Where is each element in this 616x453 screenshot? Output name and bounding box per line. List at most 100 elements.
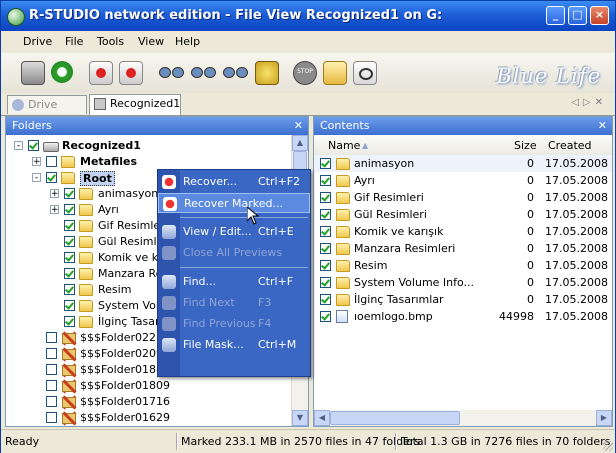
tree-node-label: animasyon bbox=[98, 187, 159, 200]
file-row[interactable]: Resim 0 17.05.2008 15 bbox=[314, 257, 612, 274]
column-name[interactable]: Name bbox=[328, 139, 360, 152]
file-row[interactable]: Gül Resimleri 0 17.05.2008 15 bbox=[314, 206, 612, 223]
find-previous-icon[interactable] bbox=[223, 65, 249, 79]
stop-icon[interactable]: STOP bbox=[293, 61, 317, 85]
scroll-right-button[interactable]: ▶ bbox=[596, 410, 612, 426]
file-row[interactable]: Manzara Resimleri 0 17.05.2008 15 bbox=[314, 240, 612, 257]
tree-checkbox[interactable] bbox=[46, 172, 57, 183]
file-checkbox[interactable] bbox=[320, 175, 331, 186]
file-checkbox[interactable] bbox=[320, 277, 331, 288]
tree-checkbox[interactable] bbox=[64, 220, 75, 231]
recover-icon[interactable] bbox=[89, 61, 113, 85]
expand-icon[interactable]: + bbox=[50, 189, 59, 199]
file-checkbox[interactable] bbox=[320, 209, 331, 220]
menu-item-close-all-previews[interactable]: Close All Previews bbox=[158, 243, 310, 263]
scroll-down-button[interactable]: ▼ bbox=[292, 410, 308, 426]
tree-node-label: Root bbox=[80, 171, 115, 186]
close-button[interactable]: × bbox=[590, 6, 609, 25]
file-row[interactable]: Gif Resimleri 0 17.05.2008 15 bbox=[314, 189, 612, 206]
minimize-button[interactable]: _ bbox=[546, 6, 565, 25]
menu-item-shortcut: F3 bbox=[258, 296, 272, 309]
menu-item-view-edit[interactable]: View / Edit... Ctrl+E bbox=[158, 222, 310, 242]
tree-node[interactable]: - Recognized1 bbox=[6, 138, 294, 154]
expand-icon[interactable]: + bbox=[50, 205, 59, 215]
tree-checkbox[interactable] bbox=[64, 236, 75, 247]
file-checkbox[interactable] bbox=[320, 243, 331, 254]
file-checkbox[interactable] bbox=[320, 158, 331, 169]
open-folder-icon[interactable] bbox=[323, 61, 347, 85]
menu-item-find-next[interactable]: Find Next F3 bbox=[158, 293, 310, 313]
menu-item-recover-marked[interactable]: Recover Marked... bbox=[158, 193, 310, 213]
file-checkbox[interactable] bbox=[320, 311, 331, 322]
menu-help[interactable]: Help bbox=[175, 35, 200, 48]
tab-recognized1[interactable]: Recognized1 bbox=[89, 94, 181, 115]
expand-icon[interactable]: + bbox=[32, 157, 41, 167]
file-row[interactable]: System Volume Info... 0 17.05.2008 15 bbox=[314, 274, 612, 291]
drives-icon[interactable] bbox=[21, 61, 45, 85]
find-icon[interactable] bbox=[159, 65, 185, 79]
scroll-left-button[interactable]: ◀ bbox=[314, 410, 330, 426]
recover-marked-icon[interactable] bbox=[119, 61, 143, 85]
tree-node[interactable]: $$$Folder01809 bbox=[6, 378, 294, 394]
tree-checkbox[interactable] bbox=[64, 300, 75, 311]
menu-item-file-mask[interactable]: File Mask... Ctrl+M bbox=[158, 335, 310, 355]
contents-panel-close-button[interactable]: ✕ bbox=[598, 117, 607, 134]
tree-checkbox[interactable] bbox=[64, 268, 75, 279]
collapse-icon[interactable]: - bbox=[32, 173, 41, 183]
folder-icon bbox=[336, 260, 350, 272]
tree-checkbox[interactable] bbox=[64, 252, 75, 263]
tree-node[interactable]: $$$Folder01629 bbox=[6, 410, 294, 426]
tree-node-label: Metafiles bbox=[80, 155, 138, 168]
file-row[interactable]: ıoemlogo.bmp 44998 17.05.2008 15 bbox=[314, 308, 612, 325]
find-next-icon[interactable] bbox=[191, 65, 217, 79]
tab-scroll-arrows[interactable]: ◁▷✕ bbox=[571, 97, 607, 108]
file-row[interactable]: Komik ve karışık 0 17.05.2008 15 bbox=[314, 223, 612, 240]
scroll-up-button[interactable]: ▲ bbox=[292, 135, 308, 151]
tree-checkbox[interactable] bbox=[64, 284, 75, 295]
tree-checkbox[interactable] bbox=[64, 316, 75, 327]
menu-drive[interactable]: Drive bbox=[23, 35, 52, 48]
title-bar[interactable]: R-STUDIO network edition - File View Rec… bbox=[1, 1, 615, 31]
column-size[interactable]: Size bbox=[514, 139, 537, 152]
tab-drive-view[interactable]: Drive view bbox=[7, 95, 87, 129]
app-icon[interactable] bbox=[7, 8, 25, 26]
horizontal-scroll-thumb[interactable] bbox=[330, 411, 460, 425]
tree-checkbox[interactable] bbox=[46, 156, 57, 167]
view-icon[interactable] bbox=[353, 61, 377, 85]
collapse-icon[interactable]: - bbox=[14, 141, 23, 151]
tree-checkbox[interactable] bbox=[28, 140, 39, 151]
file-checkbox[interactable] bbox=[320, 226, 331, 237]
contents-horizontal-scrollbar[interactable]: ◀ ▶ bbox=[314, 410, 612, 426]
tree-checkbox[interactable] bbox=[46, 396, 57, 407]
tree-node[interactable]: + Metafiles bbox=[6, 154, 294, 170]
tree-checkbox[interactable] bbox=[46, 412, 57, 423]
tree-checkbox[interactable] bbox=[46, 332, 57, 343]
tree-checkbox[interactable] bbox=[46, 364, 57, 375]
file-mask-icon[interactable] bbox=[255, 61, 279, 85]
file-size: 0 bbox=[527, 174, 534, 187]
tree-checkbox[interactable] bbox=[46, 380, 57, 391]
tree-checkbox[interactable] bbox=[64, 188, 75, 199]
resize-grip[interactable] bbox=[603, 441, 613, 451]
maximize-button[interactable]: □ bbox=[568, 6, 587, 25]
menu-tools[interactable]: Tools bbox=[97, 35, 124, 48]
file-checkbox[interactable] bbox=[320, 260, 331, 271]
tree-checkbox[interactable] bbox=[64, 204, 75, 215]
file-checkbox[interactable] bbox=[320, 294, 331, 305]
menu-view[interactable]: View bbox=[138, 35, 164, 48]
refresh-icon[interactable] bbox=[51, 61, 73, 83]
menu-item-find[interactable]: Find... Ctrl+F bbox=[158, 272, 310, 292]
column-created[interactable]: Created bbox=[548, 139, 592, 152]
file-size: 0 bbox=[527, 276, 534, 289]
folders-panel-close-button[interactable]: ✕ bbox=[294, 117, 303, 134]
tree-node-label: $$$Folder0221 bbox=[80, 331, 163, 344]
menu-item-find-previous[interactable]: Find Previous F4 bbox=[158, 314, 310, 334]
menu-file[interactable]: File bbox=[65, 35, 83, 48]
tree-node[interactable]: $$$Folder01716 bbox=[6, 394, 294, 410]
file-row[interactable]: Ayrı 0 17.05.2008 15 bbox=[314, 172, 612, 189]
tree-checkbox[interactable] bbox=[46, 348, 57, 359]
menu-item-recover[interactable]: Recover... Ctrl+F2 bbox=[158, 172, 310, 192]
file-row[interactable]: İlginç Tasarımlar 0 17.05.2008 15 bbox=[314, 291, 612, 308]
file-row[interactable]: animasyon 0 17.05.2008 15 bbox=[314, 155, 612, 172]
file-checkbox[interactable] bbox=[320, 192, 331, 203]
